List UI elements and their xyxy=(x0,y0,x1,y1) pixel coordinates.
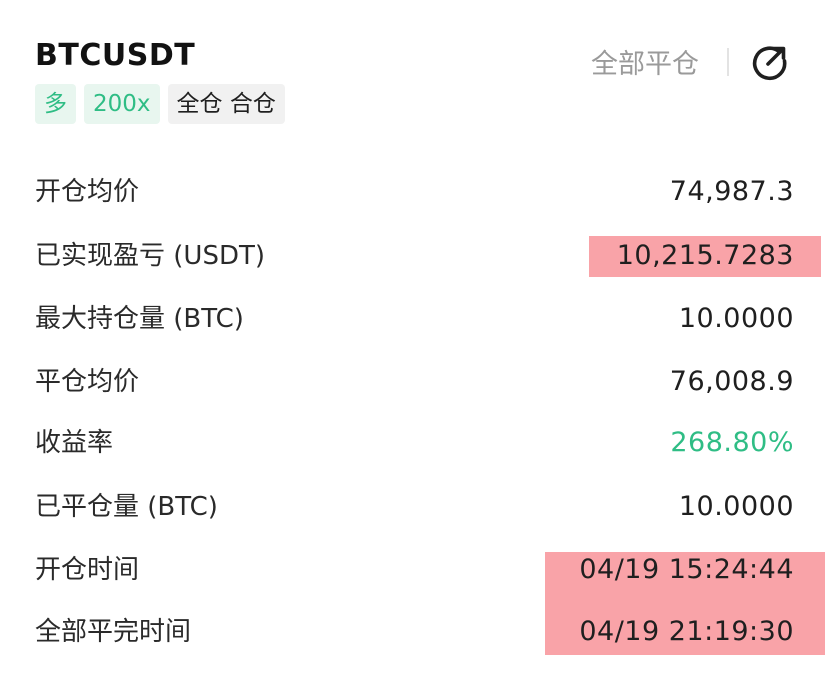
row-label: 开仓均价 xyxy=(35,177,140,207)
row-realized-pnl: 已实现盈亏 (USDT) 10,215.7283 xyxy=(35,236,794,276)
row-label: 收益率 xyxy=(35,428,114,458)
row-label: 开仓时间 xyxy=(35,555,140,585)
row-value: 268.80% xyxy=(670,427,794,458)
row-label: 最大持仓量 (BTC) xyxy=(35,304,244,334)
close-all-button[interactable]: 全部平仓 xyxy=(591,42,699,81)
row-roi: 收益率 268.80% xyxy=(35,423,794,463)
side-tag: 多 xyxy=(35,84,76,124)
row-max-position: 最大持仓量 (BTC) 10.0000 xyxy=(35,299,794,339)
position-history-card: BTCUSDT 多 200x 全仓 合仓 全部平仓 开仓均价 74,987.3 … xyxy=(0,0,829,678)
row-value: 76,008.9 xyxy=(669,366,794,397)
row-label: 已实现盈亏 (USDT) xyxy=(35,241,265,271)
row-value: 10.0000 xyxy=(678,303,794,334)
row-value: 10.0000 xyxy=(678,491,794,522)
header-divider xyxy=(727,48,729,76)
row-value: 10,215.7283 xyxy=(616,240,794,271)
row-avg-close-price: 平仓均价 76,008.9 xyxy=(35,362,794,402)
row-value: 04/19 15:24:44 xyxy=(579,554,794,585)
row-open-time: 开仓时间 04/19 15:24:44 xyxy=(35,550,794,590)
position-tags: 多 200x 全仓 合仓 xyxy=(35,84,285,124)
row-full-close-time: 全部平完时间 04/19 21:19:30 xyxy=(35,612,794,652)
symbol-title: BTCUSDT xyxy=(35,38,196,73)
share-arrow-icon[interactable] xyxy=(748,40,792,84)
row-label: 已平仓量 (BTC) xyxy=(35,492,218,522)
row-closed-amount: 已平仓量 (BTC) 10.0000 xyxy=(35,487,794,527)
row-value: 74,987.3 xyxy=(669,176,794,207)
row-label: 全部平完时间 xyxy=(35,617,192,647)
margin-mode-tag: 全仓 合仓 xyxy=(167,84,285,124)
leverage-tag: 200x xyxy=(84,84,160,124)
row-value: 04/19 21:19:30 xyxy=(579,616,794,647)
row-avg-open-price: 开仓均价 74,987.3 xyxy=(35,172,794,212)
row-label: 平仓均价 xyxy=(35,367,140,397)
